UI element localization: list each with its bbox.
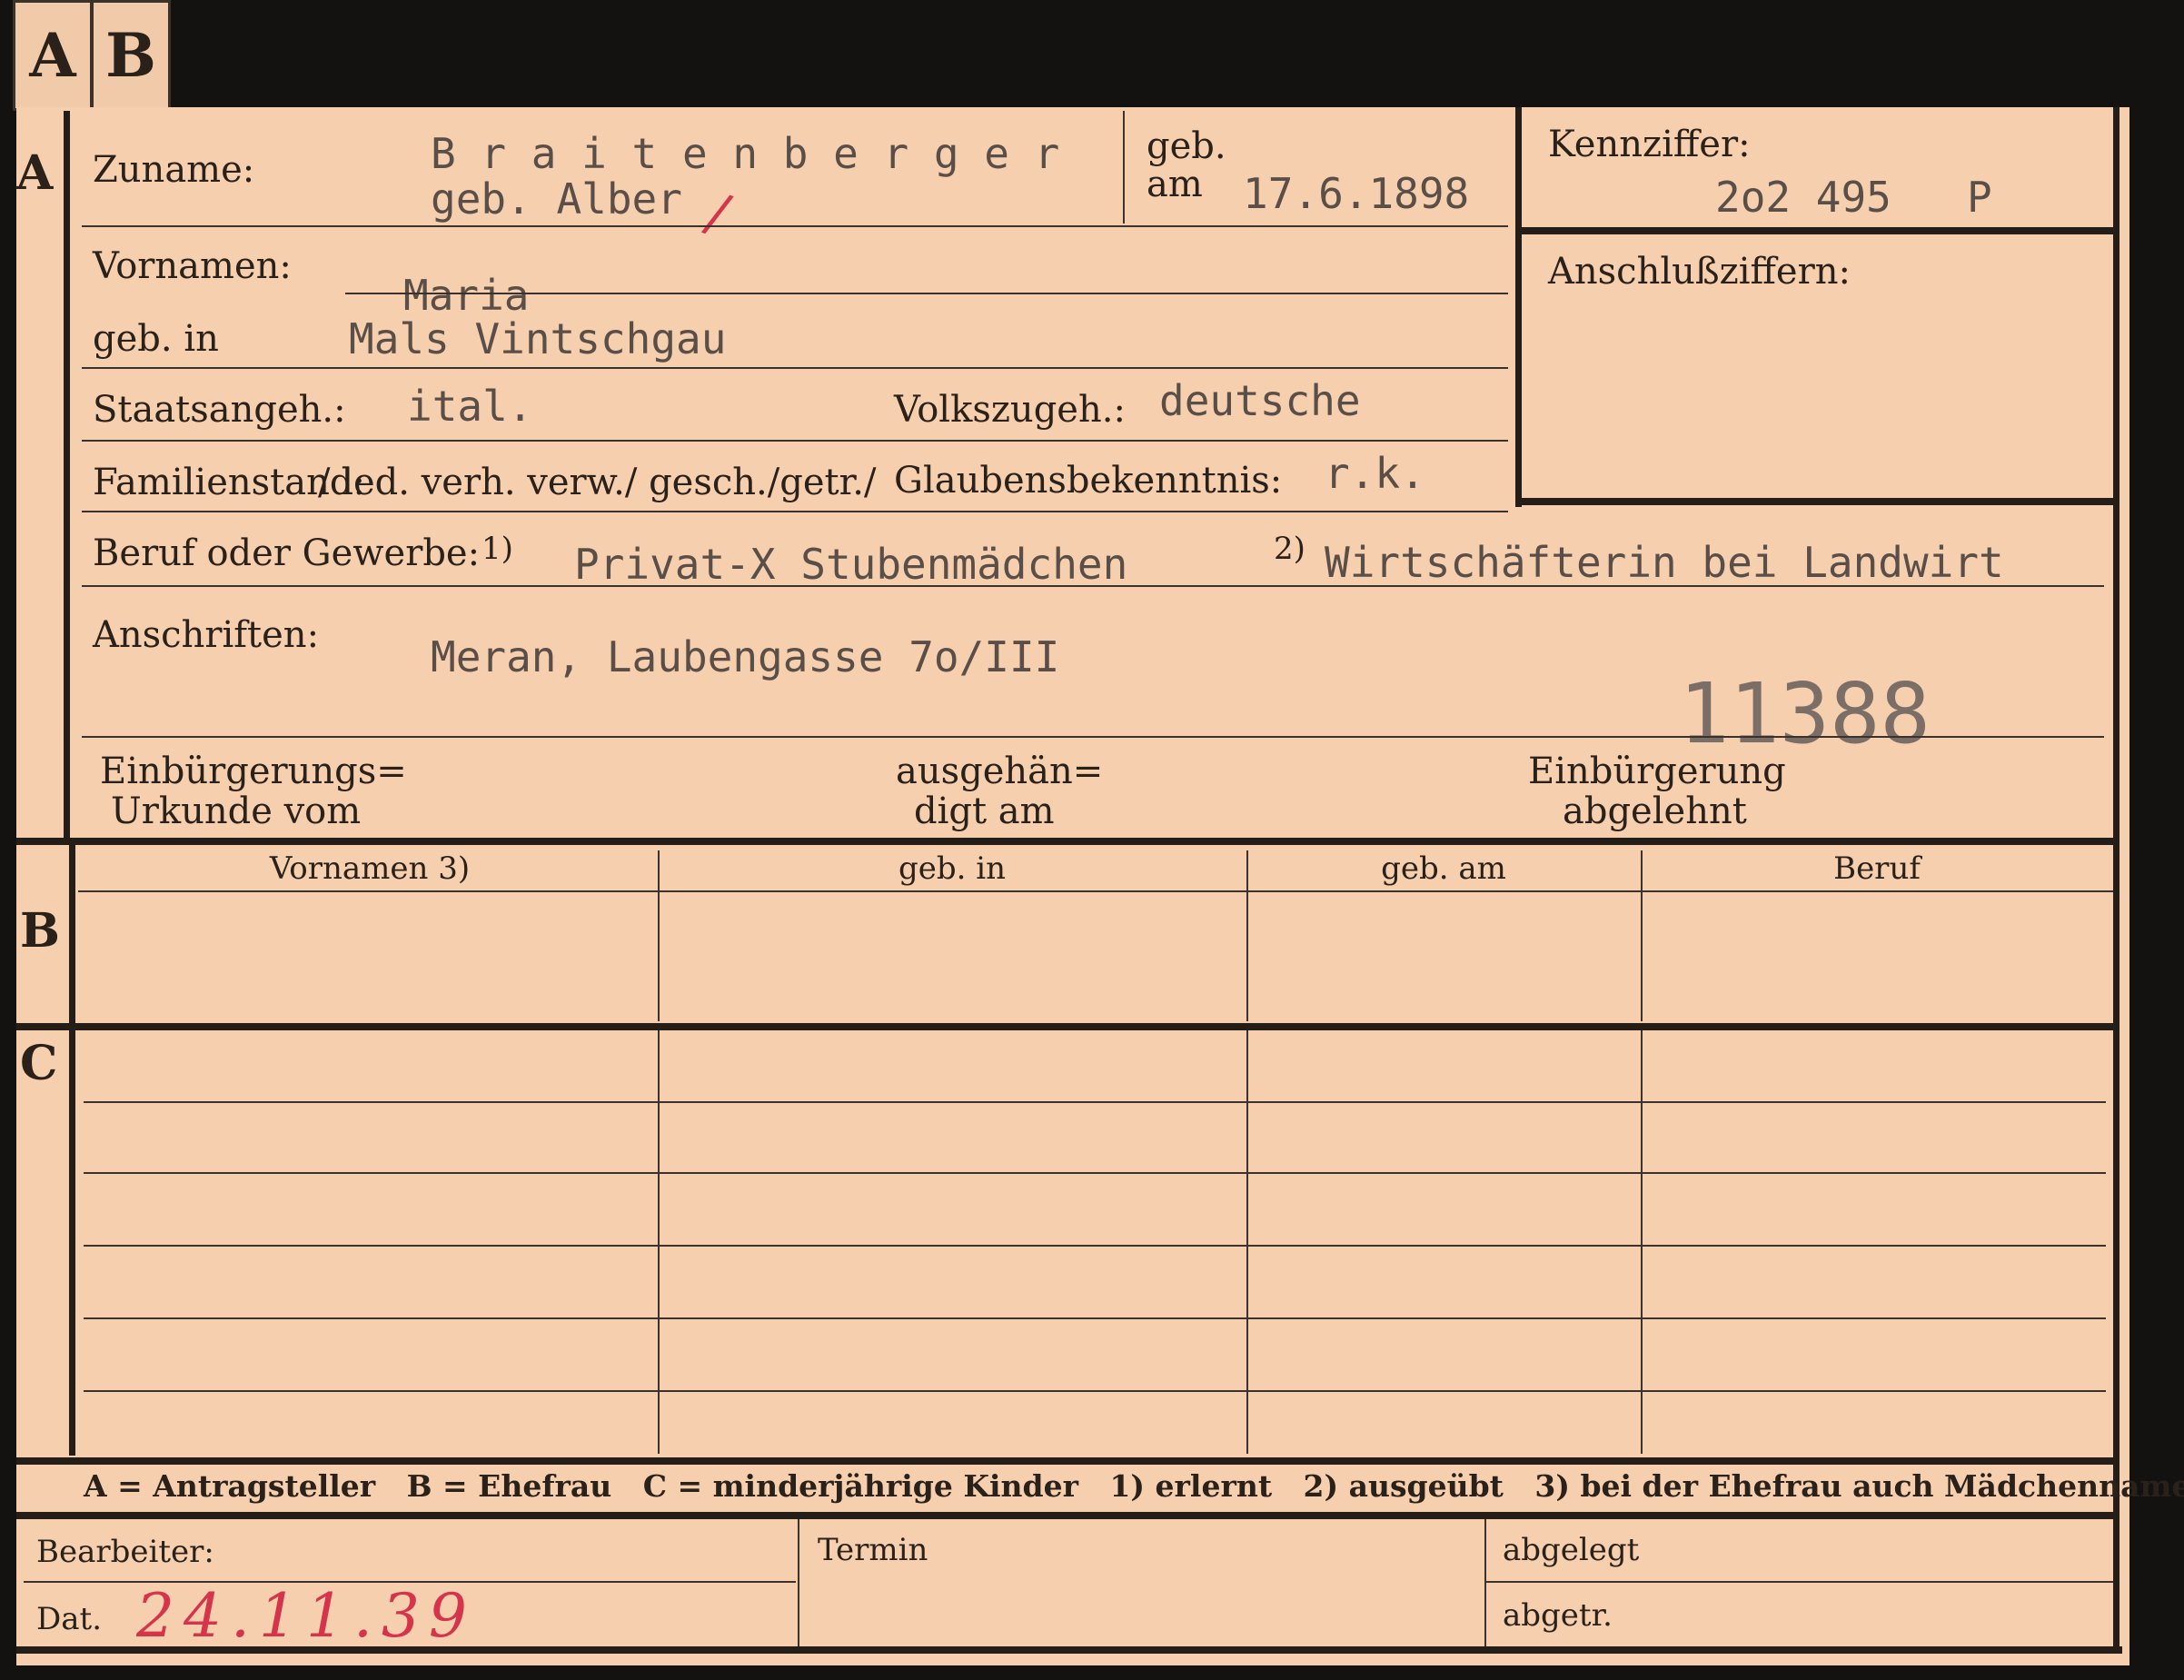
geb-am-label-1: geb.	[1147, 125, 1226, 167]
termin-label: Termin	[818, 1532, 928, 1568]
dat-label: Dat.	[36, 1601, 103, 1637]
tab-a-letter: A	[29, 20, 76, 91]
vornamen-value: Maria	[403, 271, 530, 320]
legend-bottom	[16, 1512, 2117, 1519]
beruf-note-1: 1)	[481, 531, 513, 567]
anschriften-rule	[82, 736, 2104, 738]
section-b-letter: B	[20, 903, 60, 959]
kennziffer-value: 2o2 495 P	[1715, 173, 1992, 222]
anschlussziffern-label: Anschlußziffern:	[1548, 251, 1851, 293]
section-c-letter: C	[20, 1036, 58, 1091]
section-b-header-beruf: Beruf	[1833, 850, 1921, 887]
staatsangeh-rule	[82, 440, 1508, 442]
section-b-bottom	[16, 1023, 2117, 1030]
geb-am-divider	[1123, 111, 1125, 224]
section-c-row-rule-1	[84, 1101, 2106, 1103]
section-b-left-rule	[69, 845, 75, 1025]
beruf-value-1: Privat-X Stubenmädchen	[574, 540, 1128, 589]
ausgehaendigt-label-1: ausgehän=	[896, 751, 1104, 792]
beruf-rule	[82, 585, 2104, 587]
section-b-header-geb-am: geb. am	[1381, 850, 1506, 887]
section-b-header-geb-in: geb. in	[898, 850, 1007, 887]
geb-in-rule	[82, 367, 1508, 369]
section-c-row-rule-3	[84, 1245, 2106, 1247]
card-right-border	[2113, 107, 2119, 1652]
anschriften-label: Anschriften:	[93, 614, 320, 656]
section-c-left-rule	[69, 1030, 75, 1456]
geb-in-value: Mals Vintschgau	[349, 314, 727, 363]
section-c-row-rule-4	[84, 1317, 2106, 1319]
zuname-value: B r a i t e n b e r g e r	[431, 129, 1060, 178]
tab-b: B	[91, 0, 171, 111]
section-c-bottom	[16, 1457, 2117, 1465]
section-a-left-rule	[64, 111, 70, 838]
staatsangeh-value: ital.	[407, 382, 533, 431]
section-c-row-rule-2	[84, 1172, 2106, 1174]
section-a-bottom	[16, 838, 2117, 845]
section-c-row-rule-5	[84, 1390, 2106, 1392]
beruf-label: Beruf oder Gewerbe:	[93, 532, 481, 574]
vornamen-label: Vornamen:	[93, 245, 292, 287]
kennziffer-box-left	[1515, 107, 1522, 507]
ausgehaendigt-label-2: digt am	[914, 790, 1055, 832]
kennziffer-rule	[1515, 227, 2117, 234]
staatsangeh-label: Staatsangeh.:	[93, 389, 346, 431]
familienstand-options: / led. verh. verw./ gesch./getr./	[318, 462, 877, 503]
section-a-letter: A	[16, 145, 54, 201]
vornamen-rule	[345, 293, 1508, 294]
stamp-number: 11388	[1679, 665, 1931, 762]
anschriften-value: Meran, Laubengasse 7o/III	[431, 632, 1060, 681]
beruf-note-2: 2)	[1274, 531, 1305, 567]
abgetr-label: abgetr.	[1503, 1597, 1613, 1634]
geb-in-label: geb. in	[93, 318, 219, 360]
tab-b-letter: B	[105, 20, 156, 91]
bearbeiter-label: Bearbeiter:	[36, 1534, 214, 1570]
beruf-value-2: Wirtschäfterin bei Landwirt	[1325, 538, 2004, 587]
kennziffer-label: Kennziffer:	[1548, 124, 1751, 165]
legend-text: A = Antragsteller B = Ehefrau C = minder…	[84, 1468, 2184, 1504]
geb-am-value: 17.6.1898	[1243, 169, 1470, 218]
section-b-col-1	[658, 850, 660, 1021]
geb-name-value: geb. Alber	[431, 174, 682, 224]
tab-a: A	[13, 0, 93, 111]
einbuergerung-abgelehnt-2: abgelehnt	[1563, 790, 1747, 832]
section-b-header-vornamen: Vornamen 3)	[269, 850, 471, 887]
dat-value: 24.11.39	[136, 1581, 476, 1651]
footer-divider-2	[1484, 1519, 1486, 1646]
section-b-col-3	[1641, 850, 1643, 1021]
footer-divider-1	[798, 1519, 799, 1646]
glaubensbekenntnis-label: Glaubensbekenntnis:	[894, 460, 1283, 502]
einbuergerung-abgelehnt-1: Einbürgerung	[1528, 751, 1786, 792]
zuname-rule	[82, 225, 1508, 227]
section-b-col-2	[1246, 850, 1248, 1021]
abgelegt-rule	[1486, 1581, 2113, 1583]
geb-am-label-2: am	[1147, 164, 1203, 205]
volkszugeh-label: Volkszugeh.:	[894, 389, 1126, 431]
glaubensbekenntnis-value: r.k.	[1325, 449, 1425, 498]
kennziffer-box-bottom	[1515, 498, 2117, 505]
volkszugeh-value: deutsche	[1159, 376, 1361, 425]
einbuergerungs-label-2: Urkunde vom	[111, 790, 362, 832]
abgelegt-label: abgelegt	[1503, 1532, 1640, 1568]
zuname-label: Zuname:	[93, 149, 255, 191]
section-b-header-rule	[78, 890, 2113, 892]
einbuergerungs-label-1: Einbürgerungs=	[100, 751, 407, 792]
familienstand-rule	[82, 511, 1508, 512]
